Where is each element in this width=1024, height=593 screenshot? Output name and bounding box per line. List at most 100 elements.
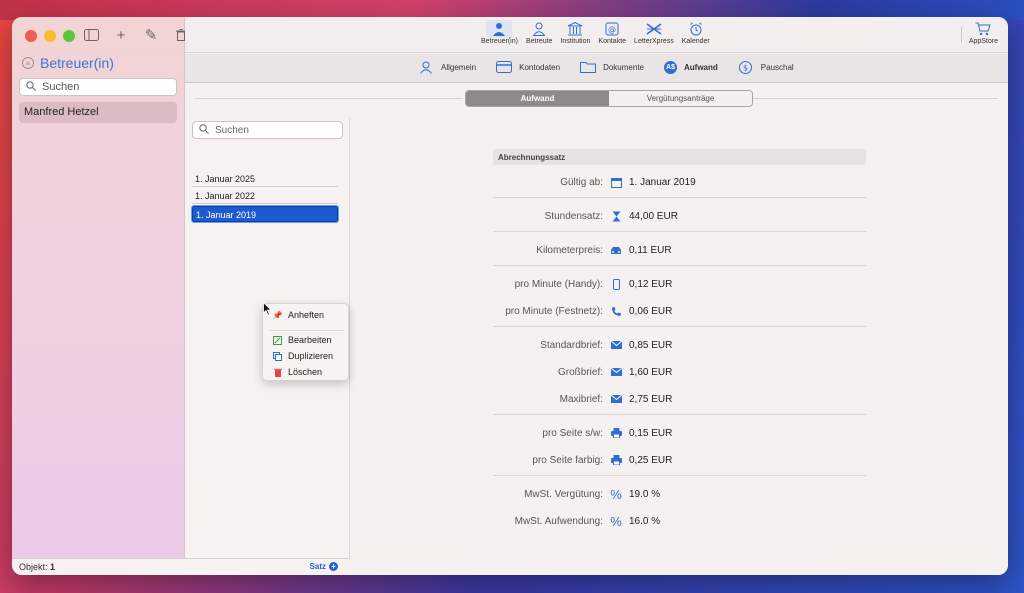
main-area: Betreuer(in) Betreute Institution @ Kont… xyxy=(185,17,1008,575)
app-window: + ✎ ≡ Betreuer(in) Manfred Hetzel Objekt… xyxy=(12,17,1008,575)
segment-divider-left xyxy=(195,98,463,99)
toolbar: Betreuer(in) Betreute Institution @ Kont… xyxy=(185,17,1008,53)
detail-row-grossbrief: Großbrief: 1,60 EUR xyxy=(493,362,866,382)
row-divider xyxy=(493,414,866,415)
menu-item-loeschen[interactable]: Löschen xyxy=(273,367,322,377)
printer-icon xyxy=(603,428,629,438)
duplicate-icon xyxy=(273,351,282,361)
envelope-icon xyxy=(603,395,629,403)
row-label: pro Seite s/w: xyxy=(542,427,603,439)
menu-label-bearbeiten: Bearbeiten xyxy=(288,335,332,345)
row-value: 2,75 EUR xyxy=(629,393,673,405)
row-label: Kilometerpreis: xyxy=(536,244,603,256)
toolbar-label-betreuer: Betreuer(in) xyxy=(481,38,518,45)
toolbar-label-kontakte: Kontakte xyxy=(598,38,627,45)
edit-icon xyxy=(273,335,282,345)
list-item-selected[interactable]: 1. Januar 2019 xyxy=(191,205,339,223)
detail-row-standardbrief: Standardbrief: 0,85 EUR xyxy=(493,335,866,355)
list-item[interactable]: 1. Januar 2022 xyxy=(192,188,338,204)
toolbar-label-betreute: Betreute xyxy=(525,38,553,45)
institution-icon xyxy=(562,20,588,38)
rate-list-pane: 1. Januar 2025 1. Januar 2022 1. Januar … xyxy=(185,118,350,575)
segment-divider-right xyxy=(753,98,998,99)
aufwand-icon: A$ xyxy=(664,60,677,74)
toolbar-item-kontakte[interactable]: @ Kontakte xyxy=(598,20,626,45)
toolbar-item-kalender[interactable]: Kalender xyxy=(682,20,710,45)
plus-circle-icon: + xyxy=(329,562,338,571)
sub-tab-bar: Allgemein Kontodaten Dokumente A$ Aufwan… xyxy=(185,54,1008,83)
detail-row-maxibrief: Maxibrief: 2,75 EUR xyxy=(493,389,866,409)
toolbar-item-betreute[interactable]: Betreute xyxy=(526,20,552,45)
sidebar-search[interactable] xyxy=(19,78,177,96)
tab-pauschal[interactable]: $ Pauschal xyxy=(738,60,794,74)
tab-dokumente[interactable]: Dokumente xyxy=(580,60,644,74)
row-label: Standardbrief: xyxy=(540,339,603,351)
list-item[interactable]: 1. Januar 2025 xyxy=(192,171,338,187)
tab-allgemein[interactable]: Allgemein xyxy=(418,60,476,74)
add-rate-button[interactable]: Satz + xyxy=(310,562,338,571)
list-search[interactable] xyxy=(192,121,343,139)
row-divider xyxy=(493,265,866,266)
sidebar: + ✎ ≡ Betreuer(in) Manfred Hetzel Objekt… xyxy=(12,17,186,575)
search-icon xyxy=(199,121,209,139)
tab-kontodaten[interactable]: Kontodaten xyxy=(496,60,560,74)
row-divider xyxy=(493,197,866,198)
sidebar-item-manfred-hetzel[interactable]: Manfred Hetzel xyxy=(19,102,177,123)
phone-icon xyxy=(603,306,629,317)
folder-icon xyxy=(580,60,597,74)
person-icon xyxy=(418,60,434,74)
tab-aufwand[interactable]: A$ Aufwand xyxy=(664,60,718,74)
svg-text:@: @ xyxy=(608,25,616,34)
tab-allgemein-label: Allgemein xyxy=(441,62,477,72)
add-icon[interactable]: + xyxy=(112,25,130,45)
toolbar-label-institution: Institution xyxy=(560,38,591,45)
segment-aufwand[interactable]: Aufwand xyxy=(466,91,609,106)
object-count-value: 1 xyxy=(50,562,56,572)
cart-icon xyxy=(970,20,996,38)
detail-row-minute-festnetz: pro Minute (Festnetz): 0,06 EUR xyxy=(493,301,866,321)
menu-item-duplizieren[interactable]: Duplizieren xyxy=(273,351,333,361)
row-value: 44,00 EUR xyxy=(629,210,678,222)
row-value: 0,11 EUR xyxy=(629,244,672,256)
row-label: Großbrief: xyxy=(557,366,603,378)
toolbar-label-letterxpress: LetterXpress xyxy=(634,38,674,45)
mobile-phone-icon xyxy=(603,278,629,290)
minimize-window-button[interactable] xyxy=(44,30,56,42)
detail-row-seite-sw: pro Seite s/w: 0,15 EUR xyxy=(493,423,866,443)
zoom-window-button[interactable] xyxy=(63,30,75,42)
detail-row-stundensatz: Stundensatz: 44,00 EUR xyxy=(493,206,866,226)
detail-row-gueltig-ab: Gültig ab: 1. Januar 2019 xyxy=(493,172,866,192)
sidebar-title: Betreuer(in) xyxy=(40,55,114,71)
close-window-button[interactable] xyxy=(25,30,37,42)
envelope-icon xyxy=(603,368,629,376)
sidebar-search-input[interactable] xyxy=(42,81,162,93)
object-count-label: Objekt: xyxy=(19,562,48,572)
detail-row-kilometerpreis: Kilometerpreis: 0,11 EUR xyxy=(493,240,866,260)
toolbar-label-appstore: AppStore xyxy=(968,38,998,45)
toolbar-item-letterxpress[interactable]: LetterXpress xyxy=(634,20,674,45)
context-menu: 📌 Anheften Bearbeiten Duplizieren Lösche… xyxy=(262,303,349,381)
row-label: pro Minute (Festnetz): xyxy=(505,305,603,317)
search-icon xyxy=(26,78,36,96)
dollar-icon: $ xyxy=(738,60,754,74)
menu-label-loeschen: Löschen xyxy=(288,367,323,377)
menu-item-bearbeiten[interactable]: Bearbeiten xyxy=(273,335,332,345)
menu-label-anheften: Anheften xyxy=(288,310,325,320)
list-search-input[interactable] xyxy=(215,124,325,136)
row-value: 0,85 EUR xyxy=(629,339,673,351)
tab-dokumente-label: Dokumente xyxy=(603,62,644,72)
sidebar-toggle-icon[interactable] xyxy=(82,25,100,45)
letterxpress-icon xyxy=(641,20,667,38)
filter-icon[interactable]: ≡ xyxy=(22,57,34,69)
alarm-clock-icon xyxy=(683,20,709,38)
menu-separator xyxy=(269,330,344,331)
row-value: 19.0 % xyxy=(629,488,661,500)
edit-pencil-icon[interactable]: ✎ xyxy=(142,25,160,45)
toolbar-item-betreuer[interactable]: Betreuer(in) xyxy=(481,20,518,45)
add-rate-label: Satz xyxy=(309,562,326,571)
toolbar-item-institution[interactable]: Institution xyxy=(560,20,590,45)
segment-verguetungsantraege[interactable]: Vergütungsanträge xyxy=(609,91,752,106)
menu-item-anheften[interactable]: 📌 Anheften xyxy=(273,310,325,320)
menu-label-duplizieren: Duplizieren xyxy=(288,351,334,361)
toolbar-item-appstore[interactable]: AppStore xyxy=(969,20,998,45)
